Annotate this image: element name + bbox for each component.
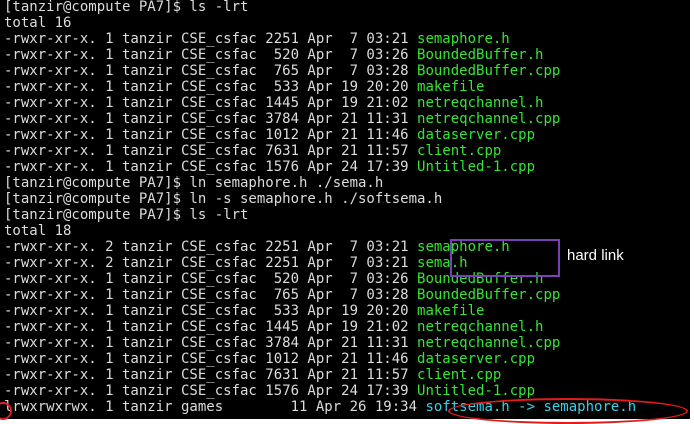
file-name: makefile — [417, 79, 485, 95]
output-line: total 16 — [4, 15, 71, 31]
line-text: -rwxr-xr-x. 2 tanzir CSE_csfac 2251 Apr … — [4, 239, 418, 255]
command-line: [tanzir@compute PA7]$ ln -s semaphore.h … — [4, 191, 442, 207]
file-name: netreqchannel.h — [417, 95, 544, 111]
listing-line: -rwxr-xr-x. 1 tanzir CSE_csfac 533 Apr 1… — [4, 303, 484, 319]
line-text: -rwxr-xr-x. 1 tanzir CSE_csfac 533 Apr 1… — [4, 79, 418, 95]
hard-link-highlight-box — [450, 239, 560, 277]
line-text: -rwxr-xr-x. 1 tanzir CSE_csfac 1012 Apr … — [4, 351, 418, 367]
line-text: -rwxr-xr-x. 1 tanzir CSE_csfac 533 Apr 1… — [4, 303, 418, 319]
listing-line: -rwxr-xr-x. 1 tanzir CSE_csfac 1576 Apr … — [4, 383, 535, 399]
output-line: total 18 — [4, 223, 71, 239]
line-text: -rwxr-xr-x. 1 tanzir CSE_csfac 520 Apr 7… — [4, 47, 418, 63]
file-name: netreqchannel.cpp — [417, 335, 561, 351]
command-line: [tanzir@compute PA7]$ ln semaphore.h ./s… — [4, 175, 383, 191]
listing-line: -rwxr-xr-x. 1 tanzir CSE_csfac 765 Apr 7… — [4, 63, 560, 79]
file-name: dataserver.cpp — [417, 351, 536, 367]
line-text: -rwxr-xr-x. 1 tanzir CSE_csfac 1012 Apr … — [4, 127, 418, 143]
listing-line: -rwxr-xr-x. 1 tanzir CSE_csfac 520 Apr 7… — [4, 47, 543, 63]
listing-line: -rwxr-xr-x. 1 tanzir CSE_csfac 765 Apr 7… — [4, 287, 560, 303]
listing-line: -rwxr-xr-x. 1 tanzir CSE_csfac 1576 Apr … — [4, 159, 535, 175]
line-text: -rwxr-xr-x. 1 tanzir CSE_csfac 1576 Apr … — [4, 159, 418, 175]
line-text: -rwxr-xr-x. 1 tanzir CSE_csfac 7631 Apr … — [4, 367, 418, 383]
command-line: [tanzir@compute PA7]$ ls -lrt — [4, 207, 248, 223]
listing-line: -rwxr-xr-x. 1 tanzir CSE_csfac 1012 Apr … — [4, 351, 535, 367]
listing-line: -rwxr-xr-x. 1 tanzir CSE_csfac 1012 Apr … — [4, 127, 535, 143]
line-text: -rwxr-xr-x. 1 tanzir CSE_csfac 7631 Apr … — [4, 143, 418, 159]
file-name: makefile — [417, 303, 485, 319]
listing-line: -rwxr-xr-x. 2 tanzir CSE_csfac 2251 Apr … — [4, 255, 468, 271]
listing-line: -rwxr-xr-x. 1 tanzir CSE_csfac 7631 Apr … — [4, 143, 501, 159]
hard-link-label: hard link — [567, 247, 624, 264]
line-text: -rwxr-xr-x. 1 tanzir CSE_csfac 1445 Apr … — [4, 319, 418, 335]
file-name: Untitled-1.cpp — [417, 159, 536, 175]
listing-line: -rwxr-xr-x. 2 tanzir CSE_csfac 2251 Apr … — [4, 239, 510, 255]
file-name: client.cpp — [417, 143, 502, 159]
file-name: BoundedBuffer.h — [417, 47, 544, 63]
line-text: -rwxr-xr-x. 1 tanzir CSE_csfac 520 Apr 7… — [4, 271, 418, 287]
file-name: BoundedBuffer.cpp — [417, 287, 561, 303]
file-name: BoundedBuffer.cpp — [417, 63, 561, 79]
line-text: -rwxr-xr-x. 1 tanzir CSE_csfac 765 Apr 7… — [4, 287, 418, 303]
line-text: -rwxr-xr-x. 1 tanzir CSE_csfac 1445 Apr … — [4, 95, 418, 111]
listing-line: -rwxr-xr-x. 1 tanzir CSE_csfac 1445 Apr … — [4, 95, 543, 111]
listing-line: -rwxr-xr-x. 1 tanzir CSE_csfac 7631 Apr … — [4, 367, 501, 383]
symlink-line-prefix: lrwxrwxrwx. 1 tanzir games 11 Apr 26 19:… — [4, 399, 426, 415]
line-text: -rwxr-xr-x. 1 tanzir CSE_csfac 765 Apr 7… — [4, 63, 418, 79]
file-name: netreqchannel.cpp — [417, 111, 561, 127]
line-text: total 18 — [4, 223, 72, 239]
file-name: client.cpp — [417, 367, 502, 383]
line-text: [tanzir@compute PA7]$ ln semaphore.h ./s… — [4, 175, 384, 191]
terminal-window[interactable]: [tanzir@compute PA7]$ ls -lrt total 16 -rw… — [0, 0, 690, 419]
line-text: [tanzir@compute PA7]$ ln -s semaphore.h … — [4, 191, 443, 207]
line-text: -rwxr-xr-x. 1 tanzir CSE_csfac 3784 Apr … — [4, 111, 418, 127]
listing-line: -rwxr-xr-x. 1 tanzir CSE_csfac 2251 Apr … — [4, 31, 510, 47]
listing-line: -rwxr-xr-x. 1 tanzir CSE_csfac 3784 Apr … — [4, 111, 560, 127]
file-name: netreqchannel.h — [417, 319, 544, 335]
window-border — [690, 0, 694, 424]
line-text: -rwxr-xr-x. 1 tanzir CSE_csfac 2251 Apr … — [4, 31, 418, 47]
file-name: semaphore.h — [417, 31, 510, 47]
command-line: [tanzir@compute PA7]$ ls -lrt — [4, 0, 248, 15]
file-name: dataserver.cpp — [417, 127, 536, 143]
line-text: -rwxr-xr-x. 1 tanzir CSE_csfac 1576 Apr … — [4, 383, 418, 399]
listing-line: -rwxr-xr-x. 1 tanzir CSE_csfac 1445 Apr … — [4, 319, 543, 335]
line-text: -rwxr-xr-x. 2 tanzir CSE_csfac 2251 Apr … — [4, 255, 418, 271]
symlink-highlight-oval — [448, 398, 688, 424]
listing-line: -rwxr-xr-x. 1 tanzir CSE_csfac 3784 Apr … — [4, 335, 560, 351]
line-text: total 16 — [4, 15, 72, 31]
file-name: Untitled-1.cpp — [417, 383, 536, 399]
line-text: -rwxr-xr-x. 1 tanzir CSE_csfac 3784 Apr … — [4, 335, 418, 351]
listing-line: -rwxr-xr-x. 1 tanzir CSE_csfac 533 Apr 1… — [4, 79, 484, 95]
line-text: [tanzir@compute PA7]$ ls -lrt — [4, 0, 249, 15]
line-text: [tanzir@compute PA7]$ ls -lrt — [4, 207, 249, 223]
